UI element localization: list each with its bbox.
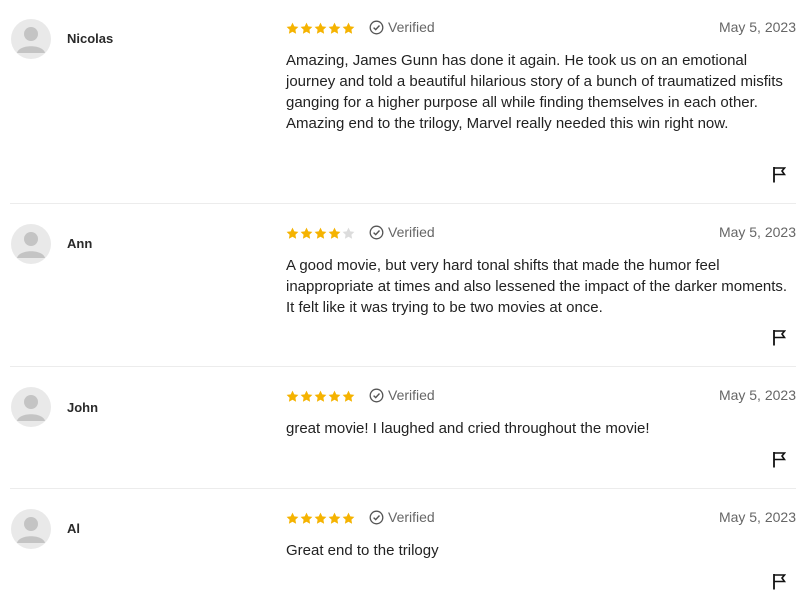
star-filled-icon <box>300 227 313 239</box>
user-silhouette-icon <box>17 27 45 53</box>
flag-icon <box>773 330 786 346</box>
review-divider <box>10 488 796 489</box>
star-filled-icon <box>286 512 299 524</box>
verified-label: Verified <box>388 19 435 35</box>
check-circle-icon <box>369 20 384 34</box>
reviewer-name[interactable]: Al <box>67 521 80 536</box>
star-filled-icon <box>314 512 327 524</box>
star-filled-icon <box>328 22 341 34</box>
review-date: May 5, 2023 <box>718 224 796 240</box>
review-divider <box>10 203 796 204</box>
star-filled-icon <box>328 512 341 524</box>
flag-icon <box>773 452 786 468</box>
star-rating <box>286 390 355 403</box>
avatar <box>11 509 51 549</box>
review-date: May 5, 2023 <box>718 509 796 525</box>
star-filled-icon <box>314 22 327 34</box>
star-filled-icon <box>286 227 299 239</box>
star-rating <box>286 227 355 240</box>
user-silhouette-icon <box>17 232 45 258</box>
star-filled-icon <box>300 512 313 524</box>
user-silhouette-icon <box>17 517 45 543</box>
star-filled-icon <box>286 22 299 34</box>
avatar <box>11 387 51 427</box>
check-circle-icon <box>369 388 384 402</box>
reviewer-name[interactable]: Ann <box>67 236 92 251</box>
star-empty-icon <box>342 227 355 239</box>
avatar <box>11 19 51 59</box>
avatar <box>11 224 51 264</box>
verified-badge: Verified <box>369 19 435 35</box>
verified-badge: Verified <box>369 387 435 403</box>
verified-badge: Verified <box>369 509 435 525</box>
review-item: Al Verified May 5, 2023 Great end to the… <box>10 508 796 598</box>
report-flag-button[interactable] <box>772 166 786 183</box>
star-rating <box>286 512 355 525</box>
star-filled-icon <box>328 390 341 402</box>
flag-icon <box>773 167 786 183</box>
review-item: John Verified May 5, 2023 great movie! I… <box>10 386 796 476</box>
star-filled-icon <box>328 227 341 239</box>
check-circle-icon <box>369 225 384 239</box>
star-filled-icon <box>342 22 355 34</box>
user-silhouette-icon <box>17 395 45 421</box>
verified-label: Verified <box>388 509 435 525</box>
reviewer-name[interactable]: Nicolas <box>67 31 113 46</box>
star-rating <box>286 22 355 35</box>
check-circle-icon <box>369 510 384 524</box>
review-text: great movie! I laughed and cried through… <box>286 420 650 437</box>
report-flag-button[interactable] <box>772 329 786 346</box>
flag-icon <box>773 574 786 590</box>
review-text: Amazing, James Gunn has done it again. H… <box>286 52 783 132</box>
reviewer-name[interactable]: John <box>67 400 98 415</box>
review-date: May 5, 2023 <box>718 19 796 35</box>
star-filled-icon <box>286 390 299 402</box>
verified-label: Verified <box>388 387 435 403</box>
review-item: Ann Verified May 5, 2023 A good movie, b… <box>10 223 796 353</box>
star-filled-icon <box>342 512 355 524</box>
report-flag-button[interactable] <box>772 451 786 468</box>
star-filled-icon <box>314 390 327 402</box>
star-filled-icon <box>342 390 355 402</box>
report-flag-button[interactable] <box>772 573 786 590</box>
review-divider <box>10 366 796 367</box>
review-text: A good movie, but very hard tonal shifts… <box>286 257 788 316</box>
star-filled-icon <box>300 22 313 34</box>
star-filled-icon <box>300 390 313 402</box>
star-filled-icon <box>314 227 327 239</box>
verified-badge: Verified <box>369 224 435 240</box>
review-date: May 5, 2023 <box>718 387 796 403</box>
review-item: Nicolas Verified May 5, 2023 Amazing, Ja… <box>10 18 796 188</box>
verified-label: Verified <box>388 224 435 240</box>
review-text: Great end to the trilogy <box>286 542 439 559</box>
